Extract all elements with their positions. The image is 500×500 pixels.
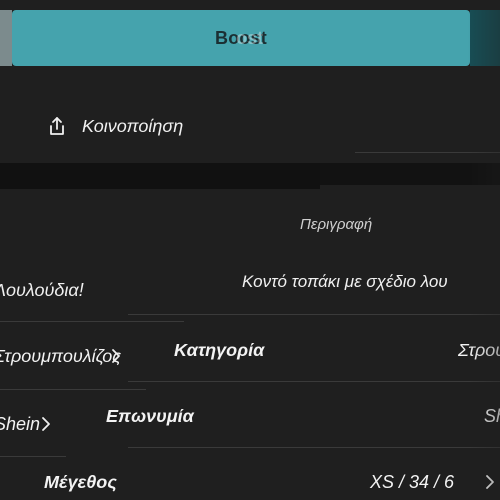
- category-left-ghost: Στρουμπουλίζος: [0, 346, 122, 366]
- boost-left-edge: [0, 10, 12, 66]
- share-label: Κοινοποίηση: [82, 115, 184, 136]
- share-icon: [46, 115, 68, 137]
- row-divider-2-left: [0, 389, 146, 390]
- top-divider: [355, 152, 500, 153]
- row-divider-3-right: [128, 447, 500, 448]
- share-row[interactable]: Κοινοποίηση: [0, 100, 500, 152]
- size-chevron-icon[interactable]: [482, 473, 498, 491]
- category-value[interactable]: Στρουμπουλίζ: [458, 340, 500, 361]
- boost-right-edge: [470, 10, 500, 66]
- shelf-band-right: [320, 163, 500, 185]
- brand-value[interactable]: Sh: [484, 406, 500, 427]
- description-left-ghost: Λουλούδια!: [0, 280, 84, 300]
- category-chevron-ghost-icon: [108, 347, 124, 365]
- category-label[interactable]: Κατηγορία: [174, 340, 264, 361]
- brand-chevron-ghost-icon: [38, 415, 54, 433]
- row-divider-1-left: [0, 321, 184, 322]
- app-stage: Boost ost Κοινοποίηση Περιγραφή Λουλούδι…: [0, 0, 500, 500]
- size-value[interactable]: XS / 34 / 6: [370, 472, 454, 493]
- row-divider-3-left: [0, 456, 66, 457]
- description-section-title: Περιγραφή: [300, 216, 373, 233]
- description-right: Κοντό τοπάκι με σχέδιο λου: [242, 272, 448, 291]
- brand-label[interactable]: Επωνυμία: [106, 406, 194, 427]
- boost-button[interactable]: Boost: [12, 10, 470, 66]
- brand-left-ghost: Shein: [0, 414, 41, 434]
- shelf-band-left: [0, 163, 320, 189]
- row-divider-2-right: [128, 381, 500, 382]
- boost-button-label: Boost: [215, 27, 267, 48]
- size-label[interactable]: Μέγεθος: [44, 472, 117, 493]
- row-divider-1-right: [128, 314, 500, 315]
